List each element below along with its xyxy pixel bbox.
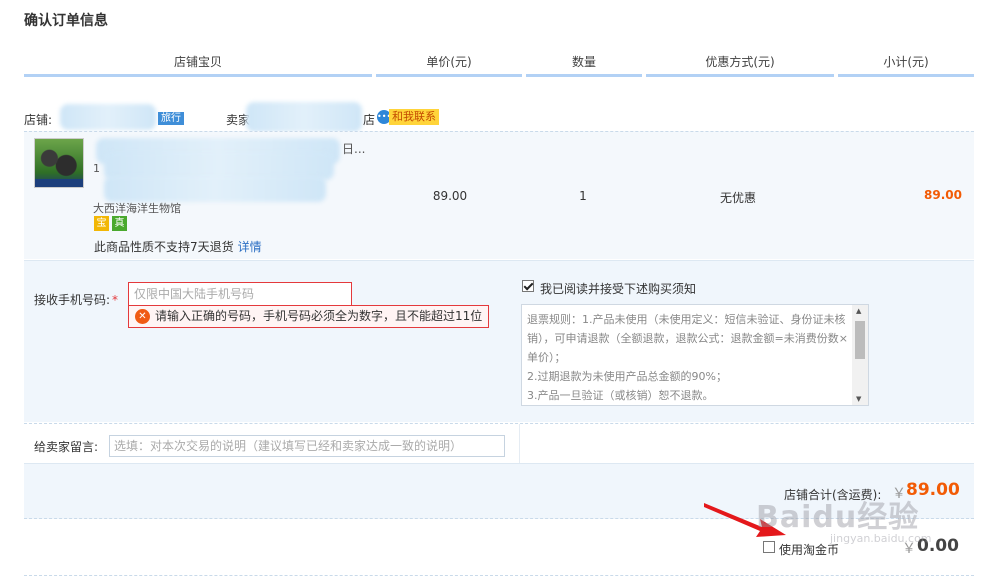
purchase-rules-text: 退票规则：1.产品未使用（未使用定义：短信未验证、身份证未核销），可申请退款（全… [527, 313, 848, 402]
seller-name-tail: 店 [363, 113, 376, 127]
redacted-product-line3 [104, 176, 326, 202]
redacted-shop-name [60, 104, 156, 130]
details-link[interactable]: 详情 [238, 240, 262, 254]
product-desc-fragment: 大西洋海洋生物馆 [93, 202, 181, 215]
shop-label: 店铺: [24, 113, 53, 127]
header-subtotal: 小计(元) [838, 51, 974, 77]
header-discount: 优惠方式(元) [646, 51, 834, 77]
contact-phone-section: 接收手机号码: * 仅限中国大陆手机号码 ✕ 请输入正确的号码，手机号码必须全为数… [24, 260, 974, 422]
scroll-down-icon[interactable]: ▼ [856, 395, 861, 403]
item-subtotal: 89.00 [924, 188, 962, 202]
scroll-thumb[interactable] [855, 321, 865, 359]
header-product: 店铺宝贝 [24, 51, 372, 77]
taojinbi-checkbox[interactable] [763, 541, 775, 553]
discount-method: 无优惠 [719, 191, 756, 205]
contact-seller-button[interactable]: 和我联系 [389, 109, 439, 125]
product-thumbnail[interactable] [34, 138, 84, 188]
unit-price: 89.00 [432, 189, 468, 203]
divider [519, 424, 520, 464]
phone-error-tip: ✕ 请输入正确的号码，手机号码必须全为数字，且不能超过11位 [128, 305, 489, 328]
phone-label: 接收手机号码: * [34, 293, 119, 307]
header-unit-price: 单价(元) [376, 51, 522, 77]
order-item-row: 日... 1 大西洋海洋生物馆 宝 真 此商品性质不支持7天退货 详情 89.00… [24, 131, 974, 259]
no-return-text: 此商品性质不支持7天退货 [94, 240, 234, 254]
required-mark: * [112, 293, 119, 307]
purchase-rules-textarea[interactable]: 退票规则：1.产品未使用（未使用定义：短信未验证、身份证未核销），可申请退款（全… [521, 304, 869, 406]
seller-message-section: 给卖家留言: 选填：对本次交易的说明（建议填写已经和卖家达成一致的说明） [24, 423, 974, 464]
scroll-up-icon[interactable]: ▲ [856, 307, 861, 315]
agreement-label[interactable]: 我已阅读并接受下述购买须知 [540, 280, 696, 297]
authentic-badge-icon: 真 [112, 216, 127, 231]
page-title: 确认订单信息 [24, 13, 108, 29]
header-quantity: 数量 [526, 51, 642, 77]
phone-error-text: 请输入正确的号码，手机号码必须全为数字，且不能超过11位 [155, 309, 483, 323]
no-return-notice: 此商品性质不支持7天退货 详情 [94, 238, 262, 255]
message-input[interactable]: 选填：对本次交易的说明（建议填写已经和卖家达成一致的说明） [109, 435, 505, 457]
error-icon: ✕ [135, 309, 150, 324]
quantity: 1 [579, 189, 587, 203]
message-label: 给卖家留言: [34, 440, 99, 454]
divider [24, 575, 974, 576]
rules-scrollbar[interactable]: ▲ ▼ [852, 305, 868, 405]
redacted-seller-name [246, 102, 362, 132]
table-header: 店铺宝贝 单价(元) 数量 优惠方式(元) 小计(元) [24, 51, 974, 77]
agreement-checkbox[interactable] [522, 280, 534, 292]
product-title-fragment: 1 [93, 162, 100, 175]
shop-row: 店铺: 旅行 卖家 店 ••• 和我联系 [24, 102, 974, 132]
product-title-tail[interactable]: 日... [342, 140, 365, 157]
phone-input[interactable]: 仅限中国大陆手机号码 [128, 282, 352, 306]
baidu-watermark: Baidu经验 [756, 500, 920, 535]
baidu-watermark-url: jingyan.baidu.com [830, 532, 932, 545]
travel-tag[interactable]: 旅行 [158, 112, 184, 125]
taobao-badge-icon: 宝 [94, 216, 109, 231]
